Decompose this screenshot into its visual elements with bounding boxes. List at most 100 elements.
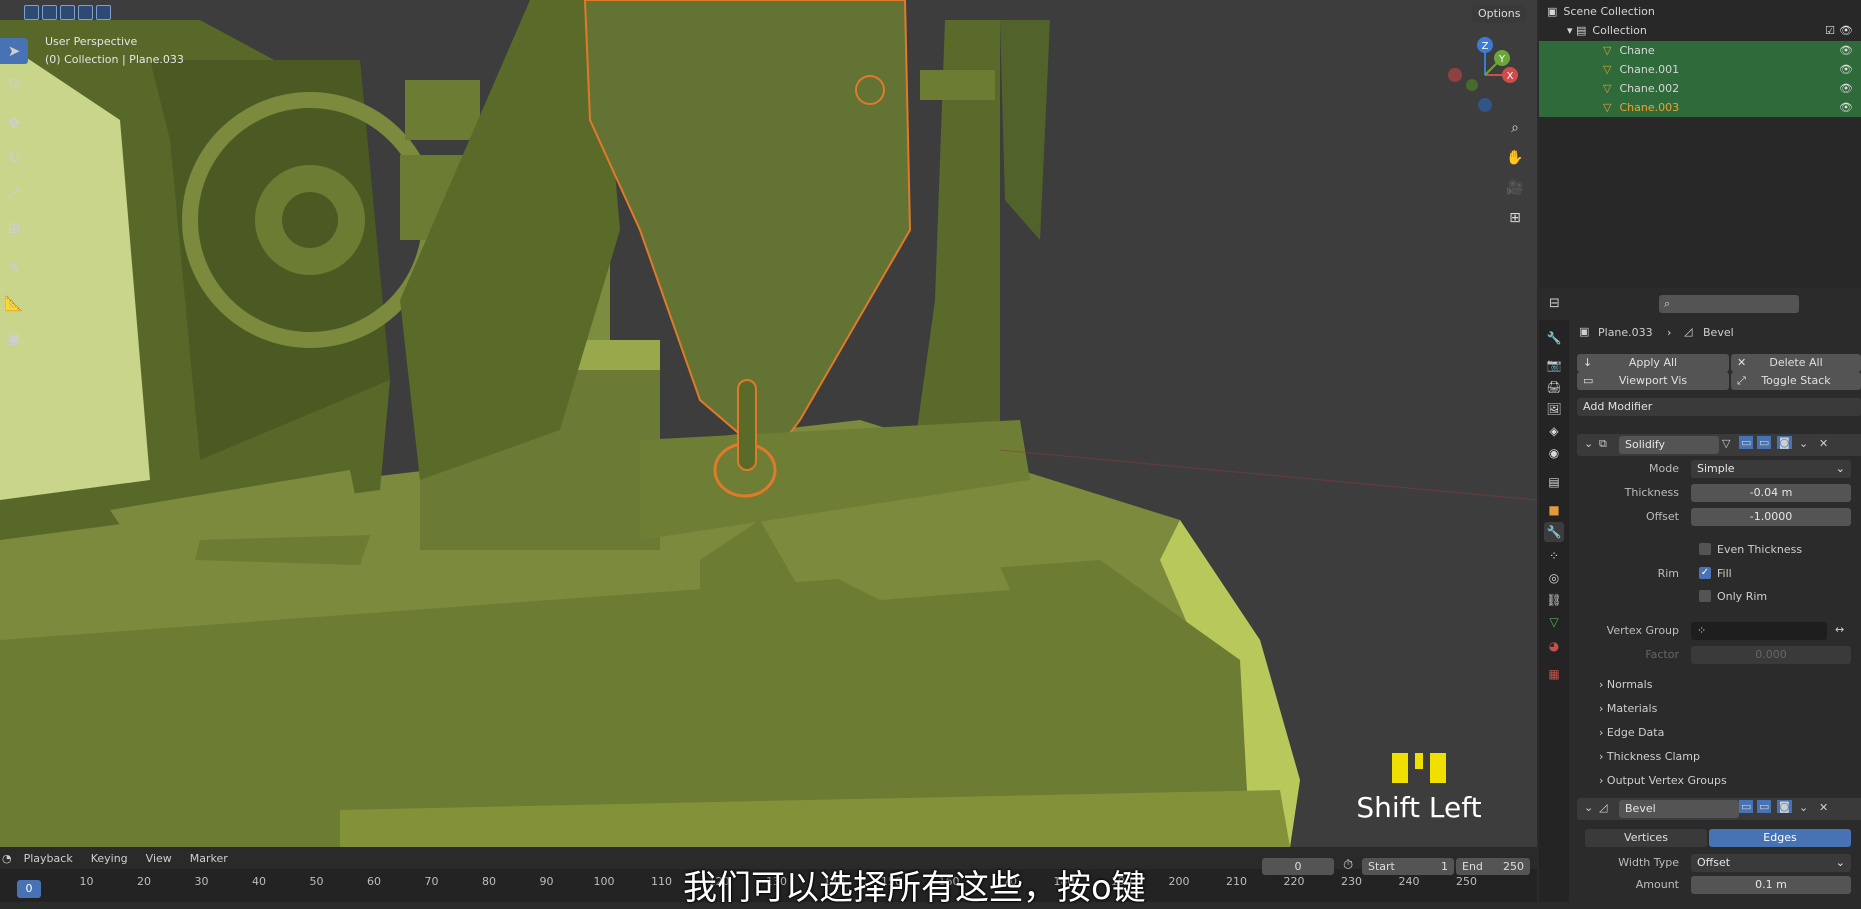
- properties-search[interactable]: [1659, 295, 1799, 313]
- end-frame-field[interactable]: End 250: [1456, 858, 1530, 875]
- only-rim-checkbox[interactable]: [1699, 590, 1711, 602]
- zoom-icon[interactable]: ⌕: [1502, 115, 1528, 141]
- menu-playback[interactable]: Playback: [24, 852, 73, 865]
- mode-subtract-icon[interactable]: [60, 5, 75, 20]
- mode-select[interactable]: Simple ⌄: [1691, 460, 1851, 478]
- modifier-tab-icon[interactable]: 🔧: [1544, 522, 1564, 542]
- add-cube-icon[interactable]: ▣: [0, 325, 28, 351]
- navigation-gizmo[interactable]: Z X Y: [1440, 30, 1530, 120]
- data-tab-icon[interactable]: ▽: [1544, 612, 1564, 632]
- render-icon[interactable]: ◙: [1777, 436, 1792, 449]
- eye-icon[interactable]: 👁: [1839, 82, 1853, 95]
- menu-view[interactable]: View: [146, 852, 172, 865]
- start-frame-field[interactable]: Start 1: [1362, 858, 1454, 875]
- constraints-tab-icon[interactable]: ⛓: [1544, 590, 1564, 610]
- edges-tab[interactable]: Edges: [1709, 829, 1851, 847]
- render-icon[interactable]: ◙: [1777, 800, 1792, 813]
- texture-tab-icon[interactable]: ▦: [1544, 664, 1564, 684]
- fill-checkbox[interactable]: ✓: [1699, 567, 1711, 579]
- render-tab-icon[interactable]: 📷: [1544, 355, 1564, 375]
- remove-modifier-icon[interactable]: ✕: [1819, 437, 1828, 450]
- world-tab-icon[interactable]: ◉: [1544, 443, 1564, 463]
- properties-editor[interactable]: ⊟ ⌕ 🔧 📷 🖨 🖼 ◈ ◉ ▤ ■ 🔧 ⁘ ◎ ⛓ ▽ ◕ ▦ ▣ Plan…: [1539, 290, 1861, 902]
- current-frame-field[interactable]: 0: [1262, 858, 1334, 875]
- add-modifier-button[interactable]: Add Modifier: [1577, 398, 1861, 416]
- measure-icon[interactable]: 📐: [0, 290, 28, 316]
- menu-keying[interactable]: Keying: [91, 852, 128, 865]
- eye-icon[interactable]: 👁: [1839, 101, 1853, 114]
- annotate-icon[interactable]: ✎: [0, 255, 28, 281]
- bevel-name-field[interactable]: Bevel: [1619, 800, 1739, 818]
- checkbox-icon[interactable]: ☑: [1825, 24, 1835, 37]
- scene-tab-icon[interactable]: ◈: [1544, 421, 1564, 441]
- remove-modifier-icon[interactable]: ✕: [1819, 801, 1828, 814]
- dropdown-icon[interactable]: ⌄: [1799, 437, 1808, 450]
- subpanel-output-vertex-groups[interactable]: › Output Vertex Groups: [1599, 774, 1727, 787]
- viewport-icon[interactable]: ▭: [1757, 436, 1772, 449]
- outliner-scene-collection[interactable]: ▣ Scene Collection: [1539, 2, 1861, 21]
- select-box-icon[interactable]: ➤: [0, 38, 28, 64]
- 3d-viewport[interactable]: User Perspective (0) Collection | Plane.…: [0, 0, 1537, 847]
- eye-icon[interactable]: 👁: [1839, 44, 1853, 57]
- hand-icon[interactable]: ✋: [1502, 145, 1528, 171]
- output-tab-icon[interactable]: 🖨: [1544, 377, 1564, 397]
- delete-all-button[interactable]: ✕ Delete All: [1731, 354, 1861, 372]
- factor-field[interactable]: 0.000: [1691, 646, 1851, 664]
- outliner-item[interactable]: ▽ Chane.002 👁: [1539, 79, 1861, 98]
- cursor-icon[interactable]: ⊙: [0, 70, 28, 96]
- subpanel-normals[interactable]: › Normals: [1599, 678, 1652, 691]
- subpanel-thickness-clamp[interactable]: › Thickness Clamp: [1599, 750, 1700, 763]
- eye-icon[interactable]: 👁: [1839, 63, 1853, 76]
- playhead[interactable]: 0: [17, 880, 41, 898]
- toggle-stack-button[interactable]: ⤢ Toggle Stack: [1731, 372, 1861, 390]
- subpanel-edge-data[interactable]: › Edge Data: [1599, 726, 1664, 739]
- viewport-icon[interactable]: ▭: [1757, 800, 1772, 813]
- transform-icon[interactable]: ⊞: [0, 215, 28, 241]
- outliner-collection[interactable]: ▾ ▤ Collection ☑ 👁: [1539, 21, 1861, 40]
- collapse-chevron-icon[interactable]: ⌄: [1584, 437, 1593, 450]
- stopwatch-icon[interactable]: ⏱: [1343, 858, 1353, 873]
- dropdown-icon[interactable]: ⌄: [1799, 801, 1808, 814]
- tool-tab-icon[interactable]: 🔧: [1544, 328, 1564, 348]
- thickness-field[interactable]: -0.04 m: [1691, 484, 1851, 502]
- particles-tab-icon[interactable]: ⁘: [1544, 546, 1564, 566]
- outliner-item-active[interactable]: ▽ Chane.003 👁: [1539, 98, 1861, 117]
- subpanel-materials[interactable]: › Materials: [1599, 702, 1657, 715]
- options-button[interactable]: Options: [1472, 5, 1527, 23]
- eye-icon[interactable]: 👁: [1839, 24, 1853, 37]
- grid-icon[interactable]: ⊞: [1502, 205, 1528, 231]
- rotate-icon[interactable]: ↻: [0, 145, 28, 171]
- editor-type-icon[interactable]: ◔: [2, 852, 12, 865]
- camera-icon[interactable]: 🎥: [1502, 175, 1528, 201]
- offset-field[interactable]: -1.0000: [1691, 508, 1851, 526]
- mode-extend-icon[interactable]: [42, 5, 57, 20]
- mode-new-icon[interactable]: [24, 5, 39, 20]
- amount-field[interactable]: 0.1 m: [1691, 876, 1851, 894]
- edit-mode-icon[interactable]: ▭: [1739, 800, 1754, 813]
- outliner-item[interactable]: ▽ Chane 👁: [1539, 41, 1861, 60]
- edit-mode-icon[interactable]: ▽: [1722, 437, 1730, 450]
- move-icon[interactable]: ✥: [0, 110, 28, 136]
- collection-tab-icon[interactable]: ▤: [1544, 472, 1564, 492]
- scale-icon[interactable]: ⤢: [0, 180, 28, 206]
- menu-marker[interactable]: Marker: [190, 852, 228, 865]
- vertex-group-field[interactable]: ⁘: [1691, 622, 1827, 640]
- swap-icon[interactable]: ↔: [1835, 623, 1844, 636]
- mode-intersect-icon[interactable]: [96, 5, 111, 20]
- object-tab-icon[interactable]: ■: [1544, 500, 1564, 520]
- even-thickness-checkbox[interactable]: [1699, 543, 1711, 555]
- width-type-select[interactable]: Offset ⌄: [1691, 854, 1851, 872]
- viewport-vis-button[interactable]: ▭ Viewport Vis: [1577, 372, 1729, 390]
- apply-all-button[interactable]: ↓ Apply All: [1577, 354, 1729, 372]
- solidify-name-field[interactable]: Solidify: [1619, 436, 1719, 454]
- outliner-item[interactable]: ▽ Chane.001 👁: [1539, 60, 1861, 79]
- realtime-icon[interactable]: ▭: [1739, 436, 1754, 449]
- view-layer-tab-icon[interactable]: 🖼: [1544, 399, 1564, 419]
- vertices-tab[interactable]: Vertices: [1585, 829, 1707, 847]
- select-mode-icons[interactable]: [24, 5, 111, 20]
- collapse-chevron-icon[interactable]: ⌄: [1584, 801, 1593, 814]
- properties-tabs[interactable]: 🔧 📷 🖨 🖼 ◈ ◉ ▤ ■ 🔧 ⁘ ◎ ⛓ ▽ ◕ ▦: [1539, 320, 1569, 902]
- material-tab-icon[interactable]: ◕: [1544, 636, 1564, 656]
- physics-tab-icon[interactable]: ◎: [1544, 568, 1564, 588]
- editor-type-icon[interactable]: ⊟: [1549, 296, 1560, 311]
